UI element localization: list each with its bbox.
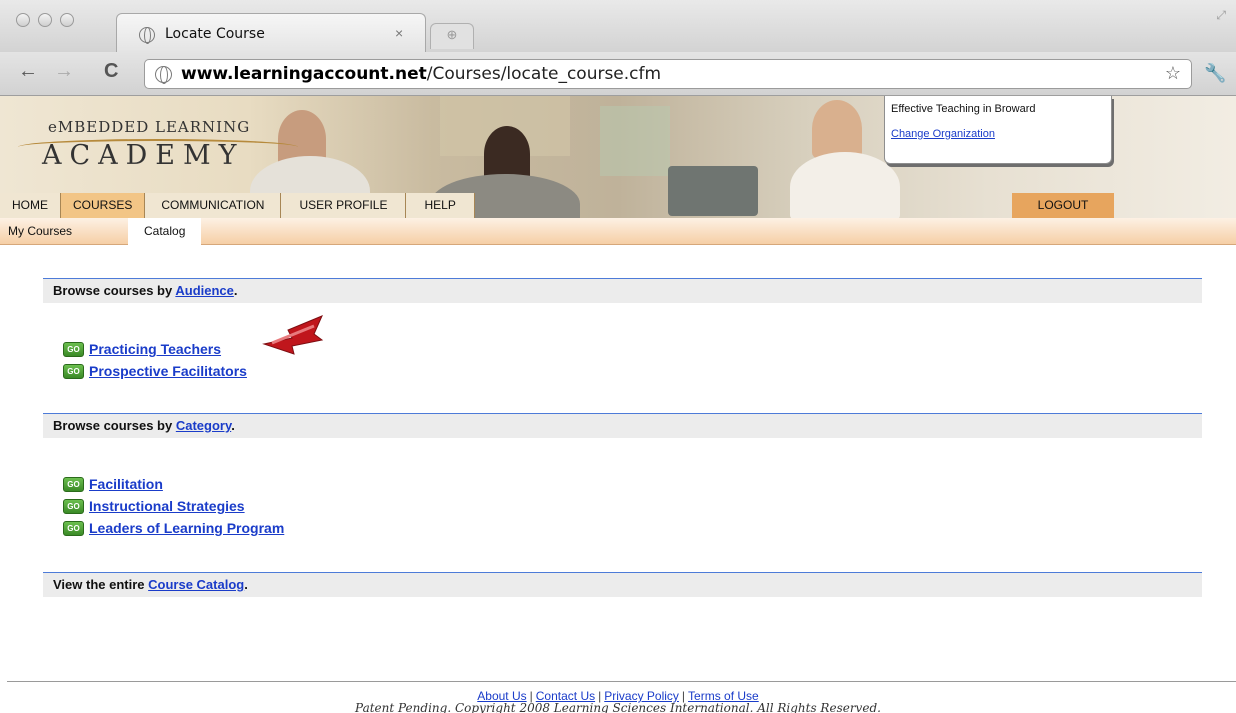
organization-name: Effective Teaching in Broward	[891, 103, 1036, 115]
zoom-window-button[interactable]	[60, 13, 74, 27]
list-item: GO Prospective Facilitators	[63, 361, 247, 381]
change-organization-link[interactable]: Change Organization	[891, 128, 1105, 140]
category-link[interactable]: Category	[176, 418, 231, 433]
link-facilitation[interactable]: Facilitation	[89, 476, 163, 492]
link-leaders-of-learning[interactable]: Leaders of Learning Program	[89, 520, 284, 536]
fullscreen-icon[interactable]: ⤢	[1216, 8, 1226, 23]
copyright-text: Patent Pending. Copyright 2008 Learning …	[355, 701, 881, 713]
list-item: GO Instructional Strategies	[63, 496, 245, 516]
sub-nav: My Courses Catalog	[0, 218, 1236, 245]
go-icon[interactable]: GO	[63, 520, 84, 536]
tab-title: Locate Course	[165, 26, 265, 42]
go-icon[interactable]: GO	[63, 498, 84, 514]
globe-icon	[139, 27, 155, 44]
list-item: GO Practicing Teachers	[63, 339, 221, 359]
section-label: Browse courses by	[53, 418, 176, 433]
section-label: Browse courses by	[53, 283, 176, 298]
address-bar[interactable]: www.learningaccount.net/Courses/locate_c…	[144, 59, 1192, 89]
nav-communication[interactable]: COMMUNICATION	[145, 193, 282, 218]
nav-user-profile[interactable]: USER PROFILE	[281, 193, 407, 218]
go-icon[interactable]: GO	[63, 363, 84, 379]
subnav-my-courses[interactable]: My Courses	[8, 218, 72, 245]
nav-help[interactable]: HELP	[406, 193, 475, 218]
course-catalog-link[interactable]: Course Catalog	[148, 577, 244, 592]
subnav-catalog[interactable]: Catalog	[128, 218, 202, 245]
star-icon[interactable]: ☆	[1165, 63, 1181, 84]
link-practicing-teachers[interactable]: Practicing Teachers	[89, 341, 221, 357]
list-item: GO Facilitation	[63, 474, 163, 494]
arrow-right-icon[interactable]: →	[54, 60, 74, 83]
section-audience-header: Browse courses by Audience.	[43, 278, 1202, 303]
logo-line2: ACADEMY	[42, 140, 245, 171]
browser-titlebar: Locate Course × ⊕ ⤢	[0, 0, 1236, 53]
list-item: GO Leaders of Learning Program	[63, 518, 284, 538]
wrench-icon[interactable]: 🔧	[1204, 63, 1226, 84]
plus-icon: ⊕	[446, 27, 458, 42]
go-icon[interactable]: GO	[63, 476, 84, 492]
photo-person-body	[790, 152, 900, 218]
arrow-left-icon[interactable]: ←	[18, 60, 38, 83]
logo-line1: eMBEDDED LEARNING	[48, 118, 251, 136]
section-label-suffix: .	[231, 418, 235, 433]
banner-background-shape	[600, 106, 670, 176]
url-text[interactable]: www.learningaccount.net/Courses/locate_c…	[181, 64, 661, 84]
section-label-suffix: .	[244, 577, 248, 592]
section-label: View the entire	[53, 577, 149, 592]
main-nav: HOME COURSES COMMUNICATION USER PROFILE …	[0, 193, 475, 218]
browser-tab[interactable]: Locate Course ×	[116, 13, 426, 53]
tab-close-icon[interactable]: ×	[395, 25, 403, 41]
photo-person-head	[812, 100, 862, 158]
link-prospective-facilitators[interactable]: Prospective Facilitators	[89, 363, 247, 379]
go-icon[interactable]: GO	[63, 341, 84, 357]
close-window-button[interactable]	[16, 13, 30, 27]
link-instructional-strategies[interactable]: Instructional Strategies	[89, 498, 245, 514]
red-arrow-icon	[262, 315, 324, 355]
reload-icon[interactable]: C	[104, 60, 118, 83]
logout-button[interactable]: LOGOUT	[1012, 193, 1114, 218]
section-category-header: Browse courses by Category.	[43, 413, 1202, 438]
browser-toolbar: ← → C www.learningaccount.net/Courses/lo…	[0, 52, 1236, 96]
audience-link[interactable]: Audience	[175, 283, 234, 298]
section-label-suffix: .	[233, 283, 238, 298]
new-tab-button[interactable]: ⊕	[430, 23, 474, 49]
footer-divider	[7, 681, 1236, 682]
nav-courses[interactable]: COURSES	[61, 193, 146, 218]
organization-panel: Effective Teaching in Broward Change Org…	[884, 96, 1112, 164]
minimize-window-button[interactable]	[38, 13, 52, 27]
section-catalog-header: View the entire Course Catalog.	[43, 572, 1202, 597]
globe-icon	[155, 66, 172, 84]
nav-home[interactable]: HOME	[0, 193, 61, 218]
photo-laptop	[668, 166, 758, 216]
